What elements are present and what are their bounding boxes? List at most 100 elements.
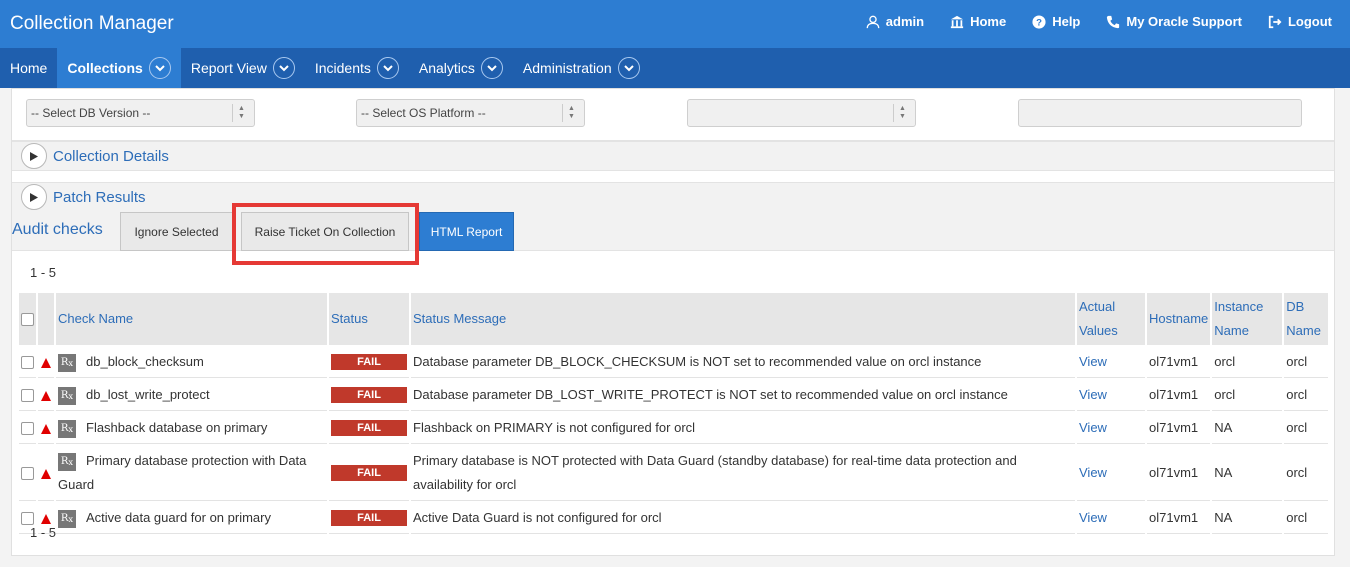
- warning-triangle-icon: [41, 513, 51, 524]
- top-header: Collection Manager admin Home ? Help My …: [0, 0, 1350, 48]
- status-header-label: Status: [331, 311, 368, 326]
- rx-icon: Rx: [58, 353, 76, 372]
- select-arrows-icon: ▲ ▼: [232, 104, 250, 122]
- nav-home-label: Home: [10, 60, 48, 76]
- warning-triangle-icon: [41, 390, 51, 401]
- table-row: Rx db_lost_write_protect FAIL Database pa…: [19, 380, 1329, 411]
- table-row: Rx Flashback database on primary FAIL Fla…: [19, 413, 1329, 444]
- hostname-cell: ol71vm1: [1147, 413, 1211, 444]
- instance-cell: NA: [1212, 503, 1283, 534]
- rx-icon: Rx: [58, 419, 76, 438]
- raise-ticket-button[interactable]: Raise Ticket On Collection: [241, 212, 409, 251]
- third-filter-select[interactable]: ▲ ▼: [687, 99, 916, 127]
- check-name-header[interactable]: Check Name: [56, 293, 327, 345]
- view-link[interactable]: View: [1079, 420, 1107, 435]
- instance-cell: NA: [1212, 413, 1283, 444]
- logout-icon: [1268, 15, 1282, 28]
- chevron-down-icon[interactable]: [617, 57, 640, 79]
- help-icon: ?: [1032, 14, 1046, 29]
- audit-checks-table: Check Name Status Status Message Actual V…: [17, 291, 1330, 536]
- rx-icon: Rx: [58, 509, 76, 528]
- nav-analytics[interactable]: Analytics: [409, 48, 513, 88]
- check-name: db_block_checksum: [86, 354, 204, 369]
- status-message-header[interactable]: Status Message: [411, 293, 1075, 345]
- nav-report-view-label: Report View: [190, 60, 267, 76]
- nav-incidents-label: Incidents: [314, 60, 371, 76]
- nav-analytics-label: Analytics: [418, 60, 475, 76]
- expand-toggle-icon[interactable]: [21, 184, 47, 210]
- row-checkbox[interactable]: [21, 356, 34, 370]
- row-checkbox[interactable]: [21, 512, 34, 526]
- severity-header: [38, 293, 54, 345]
- db-name-cell: orcl: [1284, 347, 1329, 378]
- select-all-checkbox[interactable]: [21, 313, 34, 327]
- main-nav: Home Collections Report View Incidents A…: [0, 48, 1350, 88]
- db-version-select[interactable]: -- Select DB Version -- ▲ ▼: [26, 99, 255, 127]
- os-platform-select[interactable]: -- Select OS Platform -- ▲ ▼: [356, 99, 585, 127]
- collection-details-section[interactable]: Collection Details: [12, 141, 1334, 171]
- check-name: Primary database protection with Data Gu…: [58, 453, 307, 492]
- hostname-header-label: Hostname: [1149, 311, 1209, 326]
- logout-label: Logout: [1287, 14, 1332, 29]
- user-icon: [866, 15, 880, 28]
- svg-text:?: ?: [1036, 17, 1042, 28]
- ignore-selected-button[interactable]: Ignore Selected: [120, 212, 233, 251]
- hostname-header[interactable]: Hostname: [1147, 293, 1211, 345]
- pager-bottom: 1 - 5: [30, 525, 57, 540]
- db-name-header-line2: Name: [1286, 323, 1321, 338]
- check-name: db_lost_write_protect: [86, 387, 210, 402]
- phone-icon: [1107, 15, 1120, 28]
- nav-collections[interactable]: Collections: [57, 48, 181, 88]
- instance-cell: orcl: [1212, 380, 1283, 411]
- view-link[interactable]: View: [1079, 510, 1107, 525]
- fail-badge: FAIL: [331, 465, 407, 481]
- db-name-header[interactable]: DB Name: [1284, 293, 1329, 345]
- audit-checks-title: Audit checks: [12, 221, 103, 238]
- chevron-down-icon[interactable]: [148, 57, 171, 79]
- view-link[interactable]: View: [1079, 354, 1107, 369]
- row-checkbox[interactable]: [21, 422, 34, 436]
- instance-name-header[interactable]: Instance Name: [1212, 293, 1283, 345]
- nav-administration[interactable]: Administration: [513, 48, 650, 88]
- check-name-header-label: Check Name: [58, 311, 134, 326]
- patch-results-section[interactable]: Patch Results: [12, 182, 1334, 212]
- status-message: Database parameter DB_BLOCK_CHECKSUM is …: [411, 347, 1075, 378]
- nav-administration-label: Administration: [522, 60, 612, 76]
- row-checkbox[interactable]: [21, 467, 34, 481]
- chevron-down-icon[interactable]: [272, 57, 295, 79]
- view-link[interactable]: View: [1079, 387, 1107, 402]
- chevron-down-icon[interactable]: [480, 57, 503, 79]
- my-oracle-support-link[interactable]: My Oracle Support: [1106, 14, 1242, 29]
- status-message: Active Data Guard is not configured for …: [411, 503, 1075, 534]
- fail-badge: FAIL: [331, 387, 407, 403]
- instance-name-header-line2: Name: [1214, 323, 1249, 338]
- nav-report-view[interactable]: Report View: [181, 48, 305, 88]
- fail-badge: FAIL: [331, 510, 407, 526]
- patch-results-title[interactable]: Patch Results: [53, 189, 146, 206]
- rx-icon: Rx: [58, 386, 76, 405]
- home-link[interactable]: Home: [950, 14, 1006, 29]
- row-checkbox[interactable]: [21, 389, 34, 403]
- select-arrows-icon: ▲ ▼: [562, 104, 580, 122]
- admin-link[interactable]: admin: [866, 14, 924, 29]
- help-link[interactable]: ? Help: [1032, 14, 1080, 29]
- fail-badge: FAIL: [331, 420, 407, 436]
- status-message: Primary database is NOT protected with D…: [411, 446, 1075, 501]
- actual-values-header[interactable]: Actual Values: [1077, 293, 1145, 345]
- chevron-down-icon[interactable]: [376, 57, 399, 79]
- nav-home[interactable]: Home: [0, 48, 57, 88]
- db-name-cell: orcl: [1284, 446, 1329, 501]
- home-label: Home: [970, 14, 1007, 29]
- help-label: Help: [1052, 14, 1081, 29]
- collection-details-title[interactable]: Collection Details: [53, 148, 169, 165]
- html-report-button[interactable]: HTML Report: [419, 212, 514, 251]
- actual-values-header-line2: Values: [1079, 323, 1118, 338]
- fourth-filter-input[interactable]: [1018, 99, 1302, 127]
- my-oracle-support-label: My Oracle Support: [1126, 14, 1242, 29]
- nav-incidents[interactable]: Incidents: [305, 48, 409, 88]
- logout-link[interactable]: Logout: [1268, 14, 1332, 29]
- fail-badge: FAIL: [331, 354, 407, 370]
- expand-toggle-icon[interactable]: [21, 143, 47, 169]
- view-link[interactable]: View: [1079, 465, 1107, 480]
- status-header[interactable]: Status: [329, 293, 409, 345]
